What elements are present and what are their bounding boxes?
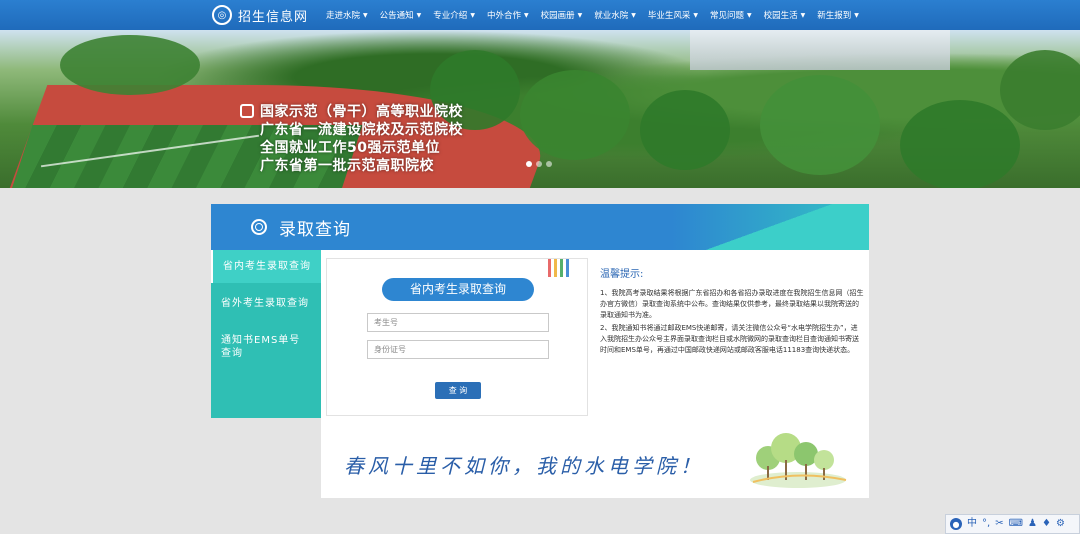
gear-icon[interactable]: ⚙	[1056, 519, 1065, 529]
decor-trees-illustration	[750, 433, 847, 488]
nav-item-majors[interactable]: 专业介绍 ▼	[427, 9, 481, 21]
banner-slogan: 广东省一流建设院校及示范院校	[260, 122, 463, 138]
nav-item-cooperation[interactable]: 中外合作 ▼	[481, 9, 535, 21]
site-logo[interactable]: ◎ 招生信息网	[212, 0, 308, 30]
logo-text: 招生信息网	[238, 9, 309, 25]
chevron-down-icon: ▼	[523, 11, 529, 19]
shirt-icon[interactable]: ♦	[1042, 519, 1051, 529]
query-form: 省内考生录取查询 查 询	[326, 258, 588, 416]
nav-item-faq[interactable]: 常见问题 ▼	[704, 9, 758, 21]
nav-item-employment[interactable]: 就业水院 ▼	[588, 9, 642, 21]
notice-paragraph: 2、我院通知书将通过邮政EMS快递邮寄，请关注微信公众号“水电学院招生办”，进入…	[600, 324, 859, 354]
campus-banner: 国家示范（骨干）高等职业院校 广东省一流建设院校及示范院校 全国就业工作50强示…	[0, 30, 1080, 188]
section-header: 录取查询	[211, 204, 869, 250]
nav-item-gallery[interactable]: 校园画册 ▼	[535, 9, 589, 21]
target-icon	[251, 219, 267, 235]
carousel-dot[interactable]	[546, 161, 552, 167]
chevron-down-icon: ▼	[631, 11, 636, 19]
carousel-dot[interactable]	[526, 161, 532, 167]
chevron-down-icon: ▼	[577, 11, 583, 19]
exam-number-input[interactable]	[367, 313, 549, 332]
main-menu: 走进水院 ▼ 公告通知 ▼ 专业介绍 ▼ 中外合作 ▼ 校园画册 ▼ 就业水院 ▼ 毕业生风…	[320, 9, 865, 21]
nav-item-about[interactable]: 走进水院 ▼	[320, 9, 374, 21]
chevron-down-icon: ▼	[363, 11, 368, 19]
id-number-input[interactable]	[367, 340, 549, 359]
banner-slogan: 国家示范（骨干）高等职业院校	[240, 103, 463, 121]
person-icon[interactable]: ♟	[1028, 519, 1037, 529]
notice-box: 温馨提示: 1、我院高考录取结果将根据广东省招办和各省招办录取进度在我院招生信息…	[600, 265, 864, 358]
language-toggle[interactable]: 中	[967, 519, 977, 529]
chevron-down-icon: ▼	[470, 11, 475, 19]
section-title: 录取查询	[279, 219, 351, 240]
chevron-down-icon: ▼	[693, 11, 698, 19]
query-button[interactable]: 查 询	[435, 382, 481, 399]
nav-item-notices[interactable]: 公告通知 ▼	[374, 9, 428, 21]
top-nav: ◎ 招生信息网 走进水院 ▼ 公告通知 ▼ 专业介绍 ▼ 中外合作 ▼ 校园画册 ▼ 就业…	[0, 0, 1080, 30]
banner-slogans: 国家示范（骨干）高等职业院校 广东省一流建设院校及示范院校 全国就业工作50强示…	[240, 103, 463, 175]
sidebar-item-ems-query[interactable]: 通知书EMS单号查询	[211, 324, 321, 370]
sidebar-item-in-province[interactable]: 省内考生录取查询	[211, 250, 321, 283]
grid-logo-icon	[240, 104, 254, 118]
nav-item-registration[interactable]: 新生报到 ▼	[811, 9, 865, 21]
sidebar: 省内考生录取查询 省外考生录取查询 通知书EMS单号查询	[211, 250, 321, 418]
user-icon[interactable]: ●	[950, 518, 962, 530]
chevron-down-icon: ▼	[800, 11, 806, 19]
nav-item-campus-life[interactable]: 校园生活 ▼	[758, 9, 812, 21]
chevron-down-icon: ▼	[747, 11, 752, 19]
carousel-dot[interactable]	[536, 161, 542, 167]
sidebar-item-out-province[interactable]: 省外考生录取查询	[211, 287, 321, 320]
form-title: 省内考生录取查询	[382, 278, 534, 301]
nav-item-graduates[interactable]: 毕业生风采 ▼	[642, 9, 704, 21]
banner-building	[690, 30, 950, 70]
decor-stripes	[548, 259, 569, 277]
banner-slogan: 全国就业工作50强示范单位	[260, 140, 440, 156]
notice-title: 温馨提示:	[600, 269, 644, 280]
input-method-toolbar: ● 中 °, ✂ ⌨ ♟ ♦ ⚙	[945, 514, 1080, 534]
bottom-slogan: 春风十里不如你，我的水电学院！	[344, 454, 704, 478]
banner-slogan: 广东省第一批示范高职院校	[260, 158, 434, 174]
notice-paragraph: 1、我院高考录取结果将根据广东省招办和各省招办录取进度在我院招生信息网（招生办官…	[600, 289, 864, 319]
scissors-icon[interactable]: ✂	[995, 519, 1003, 529]
keyboard-icon[interactable]: ⌨	[1009, 519, 1023, 529]
chevron-down-icon: ▼	[854, 11, 859, 19]
carousel-dots	[526, 161, 552, 167]
logo-emblem-icon: ◎	[212, 5, 232, 25]
dots-icon[interactable]: °,	[982, 519, 990, 529]
chevron-down-icon: ▼	[416, 11, 422, 19]
